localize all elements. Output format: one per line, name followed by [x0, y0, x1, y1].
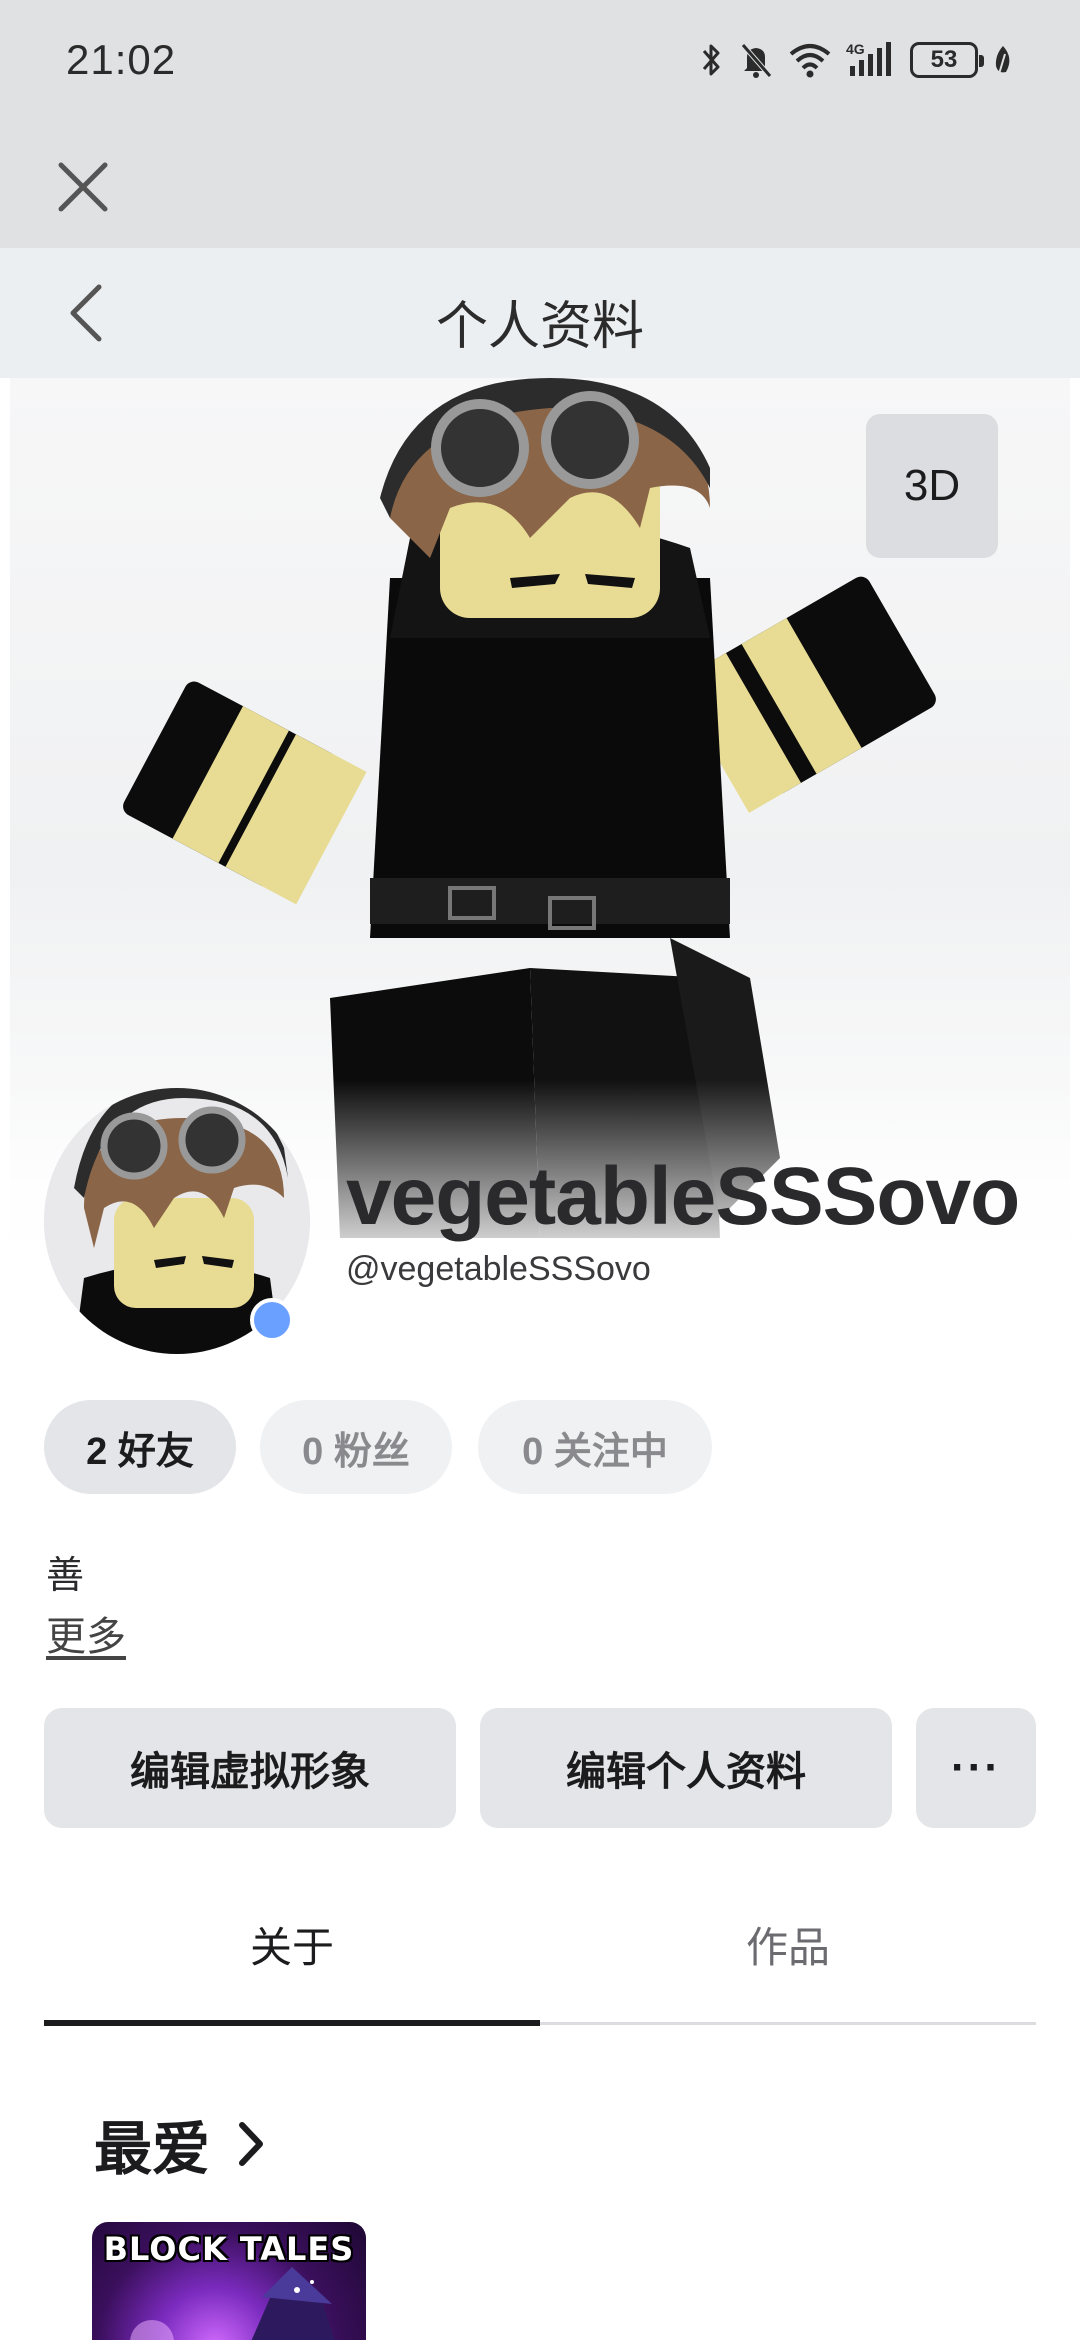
tab-works[interactable]: 作品	[540, 1904, 1036, 1984]
favorites-title: 最爱	[94, 2117, 211, 2182]
game-art-image	[130, 2267, 335, 2340]
close-button[interactable]	[48, 152, 118, 222]
favorites-header[interactable]: 最爱	[94, 2102, 266, 2186]
friends-count-chip[interactable]: 2 好友	[44, 1400, 236, 1494]
signal-icon: 4G	[846, 40, 896, 80]
leaf-icon	[992, 40, 1014, 80]
chevron-right-icon	[239, 2122, 264, 2166]
close-icon	[58, 162, 108, 212]
edit-profile-button[interactable]: 编辑个人资料	[480, 1708, 892, 1828]
bio-text: 善	[46, 1555, 85, 1597]
status-icons: 4G 53	[700, 38, 1014, 82]
wifi-icon	[788, 40, 832, 80]
battery-icon: 53	[910, 42, 984, 78]
followers-count-chip[interactable]: 0 粉丝	[260, 1400, 452, 1494]
close-bar	[0, 124, 1080, 248]
network-type: 4G	[846, 41, 865, 57]
page-title: 个人资料	[435, 298, 644, 356]
battery-level: 53	[930, 46, 958, 73]
tab-active-indicator	[44, 2020, 540, 2026]
online-status-indicator	[250, 1298, 294, 1342]
bluetooth-icon	[700, 40, 724, 80]
bell-muted-icon	[738, 40, 774, 80]
username: @vegetableSSSovo	[346, 1250, 651, 1288]
favorite-game-thumbnail[interactable]: BLOCK TALES	[92, 2222, 366, 2340]
bio-more-link[interactable]: 更多	[46, 1604, 126, 1662]
tab-about[interactable]: 关于	[44, 1904, 540, 1984]
display-name: vegetableSSSovo	[346, 1151, 1020, 1242]
view-3d-button[interactable]: 3D	[866, 414, 998, 558]
more-options-button[interactable]: ···	[916, 1708, 1036, 1828]
edit-avatar-button[interactable]: 编辑虚拟形象	[44, 1708, 456, 1828]
nav-header: 个人资料	[0, 248, 1080, 378]
status-time: 21:02	[66, 36, 177, 83]
status-bar: 21:02 4G 53	[0, 0, 1080, 124]
following-count-chip[interactable]: 0 关注中	[478, 1400, 712, 1494]
